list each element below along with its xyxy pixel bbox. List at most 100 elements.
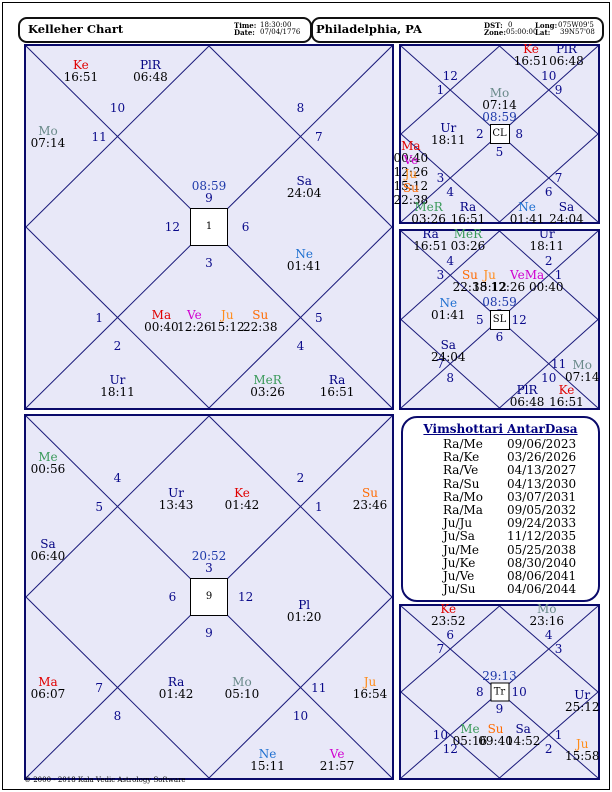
- cl-chart: 121109285347608:5911CLKe16:51PlR06:48Mo0…: [394, 43, 600, 225]
- planet-degree: 06:40: [30, 548, 66, 563]
- dasa-period: Ju/Ju: [443, 516, 473, 531]
- house-number: 11: [311, 680, 327, 695]
- house-number: 3: [554, 642, 563, 656]
- planet-ra: Ra 16:51: [320, 374, 355, 398]
- planet-ur: Ur 18:11: [431, 122, 466, 146]
- antardasa-table: Vimshottari AntarDasa Ra/Me 09/06/2023 Ra/…: [401, 416, 600, 602]
- house-number: 2: [113, 339, 122, 354]
- planet-ke: Ke 01:42: [225, 487, 260, 511]
- planet-ne: Ne 15:11: [250, 748, 285, 772]
- zone-label: Zone:: [484, 28, 506, 37]
- planet-degree: 15:11: [250, 758, 285, 773]
- planet-degree: 25:12: [564, 699, 600, 714]
- planet-ju: Ju 16:54: [353, 676, 388, 700]
- planet-degree: 00:40: [144, 320, 179, 335]
- house-number: 7: [554, 171, 563, 185]
- dasa-period: Ju/Su: [443, 582, 476, 597]
- house-number: 8: [446, 370, 455, 385]
- navamsa-chart: 4 5 2 1 6 12 9 7 8 11 10 20:52 3 9 Me 00:56 Ur 13:43 Ke 01:…: [24, 414, 394, 780]
- chart-center-box: 9: [190, 578, 228, 616]
- house-number: 1: [436, 83, 445, 97]
- house-number: 10: [541, 370, 557, 385]
- house-number: 7: [95, 680, 104, 695]
- lat-value: 39N57'08: [560, 28, 595, 36]
- planet-ve: Ve 12:26: [177, 309, 212, 333]
- dasa-date: 09/24/2033: [507, 516, 577, 531]
- planet-degree: 15:58: [564, 749, 600, 764]
- planet-sa: Sa 06:40: [31, 538, 66, 562]
- antardasa-title: Vimshottari AntarDasa: [423, 422, 578, 436]
- dasa-period: Ju/Me: [443, 542, 479, 557]
- house-number: 6: [446, 628, 455, 643]
- house-number: 6: [495, 330, 504, 345]
- house-number: 10: [109, 100, 126, 115]
- planet-su: Su 22:38: [243, 309, 278, 333]
- planet-mo: Mo 07:14: [565, 359, 600, 383]
- house-number: 12: [442, 68, 458, 83]
- planet-me: Me 00:56: [31, 451, 66, 475]
- house-number: 1: [554, 728, 563, 742]
- planet-degree: 18:11: [430, 133, 466, 147]
- dasa-period: Ra/Mo: [443, 489, 484, 504]
- planet-degree: 14:52: [505, 734, 541, 748]
- planet-degree: 01:20: [286, 610, 322, 625]
- planet-ur: Ur 25:12: [565, 689, 600, 713]
- house-number: 4: [446, 254, 455, 269]
- planet-ra: Ra 16:51: [451, 201, 486, 225]
- dasa-date: 08/30/2040: [507, 555, 577, 570]
- planet-vema: VeMa 12:26 00:40: [491, 269, 564, 293]
- copyright-footer: © 2000 - 2018 Kala Vedic Astrology Softw…: [24, 776, 186, 784]
- planet-ke: Ke 16:51: [514, 43, 549, 67]
- dasa-period: Ra/Ma: [443, 503, 483, 517]
- chart-info-bar: Kelleher Chart Time: 18:30:00 Date: 07/0…: [18, 17, 312, 43]
- planet-ra: Ra 16:51: [413, 228, 448, 252]
- house-number: 8: [296, 100, 305, 115]
- chart-center-box: Tr: [490, 682, 509, 702]
- house-number: 5: [495, 144, 504, 159]
- house-number: 2: [544, 741, 553, 756]
- planet-degree: 23:16: [529, 613, 565, 628]
- planet-ke: Ke 16:51: [64, 59, 99, 83]
- planet-degree: 22:38: [242, 320, 278, 335]
- planet-degree: 16:51: [413, 238, 448, 253]
- house-number: 7: [436, 642, 445, 656]
- place-name: Philadelphia, PA: [316, 22, 422, 36]
- planet-degree: 01:41: [286, 258, 322, 273]
- planet-sa: Sa 24:04: [431, 339, 466, 363]
- planet-plr: PlR 06:48: [510, 384, 545, 408]
- dasa-period: Ju/Sa: [443, 529, 475, 544]
- chart-name: Kelleher Chart: [28, 22, 124, 36]
- location-info-bar: Philadelphia, PA DST: 0 Zone: 05:00:00 L…: [311, 17, 604, 43]
- house-number: 10: [432, 728, 449, 742]
- sl-chart: 4321512678111008:599SLRa16:51MeR03:26Ur1…: [399, 228, 600, 410]
- planet-sa: Sa 14:52: [506, 723, 541, 747]
- date-label: Date:: [234, 28, 255, 37]
- planet-degree: 00:56: [30, 462, 66, 477]
- planet-plr: PlR 06:48: [133, 59, 168, 83]
- house-number: 8: [475, 685, 484, 699]
- house-number: 6: [544, 185, 553, 200]
- planet-degree: 03:26: [250, 385, 285, 400]
- planet-degree: 01:41: [509, 212, 545, 227]
- planet-degree: 03:26: [450, 238, 486, 253]
- planet-ne: Ne 01:41: [510, 201, 545, 225]
- planet-degree: 15:12: [210, 320, 245, 335]
- house-number: 6: [168, 590, 177, 604]
- planet-ke: Ke 16:51: [549, 384, 584, 408]
- house-number: 9: [205, 626, 213, 641]
- planet-degree: 06:48: [549, 53, 584, 68]
- date-value: 07/04/1776: [260, 28, 301, 36]
- planet-degree: 06:48: [133, 70, 168, 85]
- planet-mer: MeR 03:26: [451, 228, 486, 252]
- house-number: 9: [554, 83, 563, 97]
- dasa-period: Ra/Me: [443, 437, 483, 451]
- planet-mo: Mo 05:10: [225, 676, 260, 700]
- planet-degree: 24:04: [430, 350, 466, 365]
- house-number: 2: [475, 127, 484, 141]
- dasa-date: 11/12/2035: [507, 529, 577, 544]
- planet-degree: 12:26 00:40: [490, 279, 564, 294]
- house-number: 7: [314, 129, 323, 144]
- planet-mo: Mo 07:14: [31, 125, 66, 149]
- house-number: 9: [495, 702, 504, 717]
- planet-ve: Ve 21:57: [320, 748, 355, 772]
